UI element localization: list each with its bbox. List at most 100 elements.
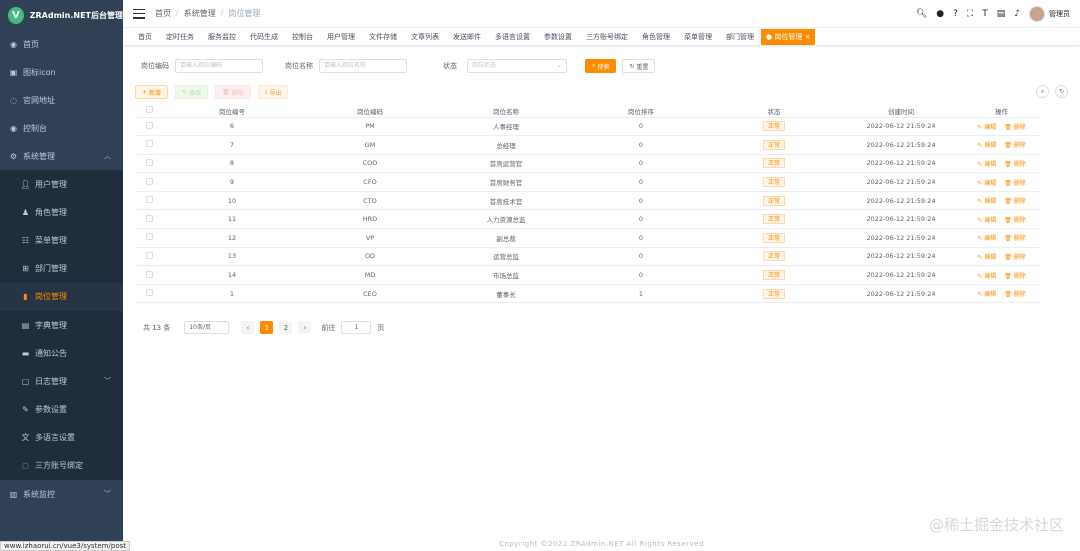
sidebar-item[interactable]: ☷ 菜单管理	[0, 226, 123, 255]
sidebar-item[interactable]: ◉ 首页	[0, 30, 123, 58]
row-checkbox[interactable]	[145, 233, 153, 241]
post-code-input[interactable]: 请输入岗位编码	[175, 59, 263, 73]
sidebar-item[interactable]: ◌ 官网地址	[0, 86, 123, 114]
table-row[interactable]: 8 COO 首席运营官 0 正常 2022-06-12 21:59:24 ✎ 编辑 🗑︎ 删除	[135, 154, 1040, 174]
tag-item[interactable]: 定时任务	[159, 29, 201, 45]
page-size-select[interactable]: 10条/页	[184, 321, 230, 335]
row-delete-button[interactable]: 🗑︎ 删除	[1004, 291, 1026, 298]
tag-item[interactable]: 发送邮件	[446, 29, 488, 45]
goto-input[interactable]: 1	[341, 321, 372, 335]
tag-item[interactable]: 服务监控	[201, 29, 243, 45]
search-toggle-icon[interactable]: ⌕	[1036, 85, 1049, 98]
tag-item[interactable]: 部门管理	[719, 29, 761, 45]
language-icon[interactable]: ▤	[997, 9, 1006, 19]
breadcrumb-system[interactable]: 系统管理	[184, 8, 216, 19]
row-edit-button[interactable]: ✎ 编辑	[977, 142, 996, 149]
tag-item[interactable]: 角色管理	[635, 29, 677, 45]
prev-page-button[interactable]: ‹	[241, 321, 255, 335]
tag-item[interactable]: 菜单管理	[677, 29, 719, 45]
next-page-button[interactable]: ›	[298, 321, 312, 335]
row-delete-button[interactable]: 🗑︎ 删除	[1004, 180, 1026, 187]
row-delete-button[interactable]: 🗑︎ 删除	[1004, 161, 1026, 168]
sidebar-item[interactable]: ▥ 系统监控 ﹀	[0, 480, 123, 508]
font-size-icon[interactable]: T	[982, 9, 988, 19]
tag-item[interactable]: 三方账号绑定	[579, 29, 635, 45]
row-checkbox[interactable]	[145, 121, 153, 129]
reset-button[interactable]: ↻ 重置	[622, 59, 656, 73]
tag-item[interactable]: 多语言设置	[488, 29, 537, 45]
row-delete-button[interactable]: 🗑︎ 删除	[1004, 198, 1026, 205]
row-edit-button[interactable]: ✎ 编辑	[977, 291, 996, 298]
question-icon[interactable]: ?	[953, 9, 958, 19]
status-select[interactable]: 岗位状态 ⌄	[467, 59, 567, 73]
sidebar-item[interactable]: ▤ 字典管理	[0, 310, 123, 340]
post-name-input[interactable]: 请输入岗位名称	[319, 59, 407, 73]
sidebar-item[interactable]: ♟ 角色管理	[0, 198, 123, 227]
row-delete-button[interactable]: 🗑︎ 删除	[1004, 273, 1026, 280]
sidebar-item[interactable]: 👤︎ 用户管理	[0, 170, 123, 199]
row-edit-button[interactable]: ✎ 编辑	[977, 217, 996, 224]
row-delete-button[interactable]: 🗑︎ 删除	[1004, 217, 1026, 224]
row-delete-button[interactable]: 🗑︎ 删除	[1004, 124, 1026, 131]
tag-item[interactable]: 首页	[131, 29, 159, 45]
row-edit-button[interactable]: ✎ 编辑	[977, 254, 996, 261]
fullscreen-icon[interactable]: ⛶	[967, 9, 973, 19]
delete-button[interactable]: 🗑︎ 删除	[215, 85, 251, 99]
sidebar-item[interactable]: ◉ 控制台	[0, 114, 123, 142]
user-name[interactable]: 管理员	[1049, 9, 1070, 19]
tag-item[interactable]: 文章列表	[404, 29, 446, 45]
refresh-icon[interactable]: ↻	[1055, 85, 1068, 98]
row-edit-button[interactable]: ✎ 编辑	[977, 161, 996, 168]
sidebar-item[interactable]: ▬ 通知公告	[0, 339, 123, 368]
avatar[interactable]	[1029, 5, 1045, 22]
edit-button[interactable]: ✎ 修改	[175, 85, 209, 99]
page-1-button[interactable]: 1	[260, 321, 274, 335]
search-button[interactable]: ⌕ 搜索	[585, 59, 617, 73]
sidebar-item[interactable]: ◌ 三方账号绑定	[0, 451, 123, 481]
sidebar-item[interactable]: ▢ 日志管理 ﹀	[0, 367, 123, 396]
tag-item[interactable]: 用户管理	[320, 29, 362, 45]
bell-icon[interactable]: ♪	[1014, 9, 1020, 19]
table-row[interactable]: 9 CFO 首席财务官 0 正常 2022-06-12 21:59:24 ✎ 编辑 🗑︎ 删除	[135, 172, 1040, 192]
close-icon[interactable]: ×	[802, 33, 811, 41]
sidebar-item[interactable]: ⊞ 部门管理	[0, 254, 123, 283]
row-checkbox[interactable]	[145, 270, 153, 278]
row-delete-button[interactable]: 🗑︎ 删除	[1004, 254, 1026, 261]
row-edit-button[interactable]: ✎ 编辑	[977, 180, 996, 187]
breadcrumb-home[interactable]: 首页	[155, 8, 171, 19]
row-checkbox[interactable]	[145, 140, 153, 148]
sidebar-item[interactable]: ▣ 图标icon	[0, 58, 123, 86]
row-checkbox[interactable]	[145, 214, 153, 222]
export-button[interactable]: ⤓ 导出	[257, 85, 289, 99]
select-all-checkbox[interactable]	[145, 106, 153, 114]
tag-item[interactable]: 控制台	[285, 29, 320, 45]
table-row[interactable]: 6 PM 人事经理 0 正常 2022-06-12 21:59:24 ✎ 编辑 🗑︎ 删除	[135, 117, 1040, 137]
github-icon[interactable]: ●	[936, 9, 944, 19]
add-button[interactable]: + 新增	[135, 85, 169, 99]
row-edit-button[interactable]: ✎ 编辑	[977, 273, 996, 280]
tag-item[interactable]: 代码生成	[243, 29, 285, 45]
row-checkbox[interactable]	[145, 177, 153, 185]
row-checkbox[interactable]	[145, 251, 153, 259]
table-row[interactable]: 13 OD 运营总监 0 正常 2022-06-12 21:59:24 ✎ 编辑 🗑︎ 删除	[135, 247, 1040, 267]
tag-item[interactable]: 参数设置	[537, 29, 579, 45]
table-row[interactable]: 7 GM 总经理 0 正常 2022-06-12 21:59:24 ✎ 编辑 🗑︎ 删除	[135, 135, 1040, 155]
sidebar-item[interactable]: ✎ 参数设置	[0, 395, 123, 424]
row-checkbox[interactable]	[145, 196, 153, 204]
table-row[interactable]: 10 CTO 首席技术官 0 正常 2022-06-12 21:59:24 ✎ 编辑 🗑︎ 删…	[135, 191, 1040, 211]
row-checkbox[interactable]	[145, 158, 153, 166]
table-row[interactable]: 12 VP 副总裁 0 正常 2022-06-12 21:59:24 ✎ 编辑 🗑︎ 删除	[135, 228, 1040, 248]
row-delete-button[interactable]: 🗑︎ 删除	[1004, 235, 1026, 242]
row-edit-button[interactable]: ✎ 编辑	[977, 198, 996, 205]
page-2-button[interactable]: 2	[279, 321, 293, 335]
row-edit-button[interactable]: ✎ 编辑	[977, 124, 996, 131]
hamburger-icon[interactable]	[133, 8, 145, 19]
table-row[interactable]: 1 CEO 董事长 1 正常 2022-06-12 21:59:24 ✎ 编辑 🗑︎ 删除	[135, 284, 1040, 304]
tag-item[interactable]: 文件存储	[362, 29, 404, 45]
sidebar-item[interactable]: ⚙ 系统管理 ︿	[0, 142, 123, 170]
table-row[interactable]: 11 HRD 人力资源总监 0 正常 2022-06-12 21:59:24 ✎ 编辑 🗑︎ …	[135, 209, 1040, 230]
search-icon[interactable]: 🔍︎	[916, 9, 927, 19]
sidebar-item[interactable]: 文多语言设置	[0, 423, 123, 452]
row-delete-button[interactable]: 🗑︎ 删除	[1004, 142, 1026, 149]
tag-active[interactable]: ● 岗位管理 ×	[761, 28, 816, 45]
